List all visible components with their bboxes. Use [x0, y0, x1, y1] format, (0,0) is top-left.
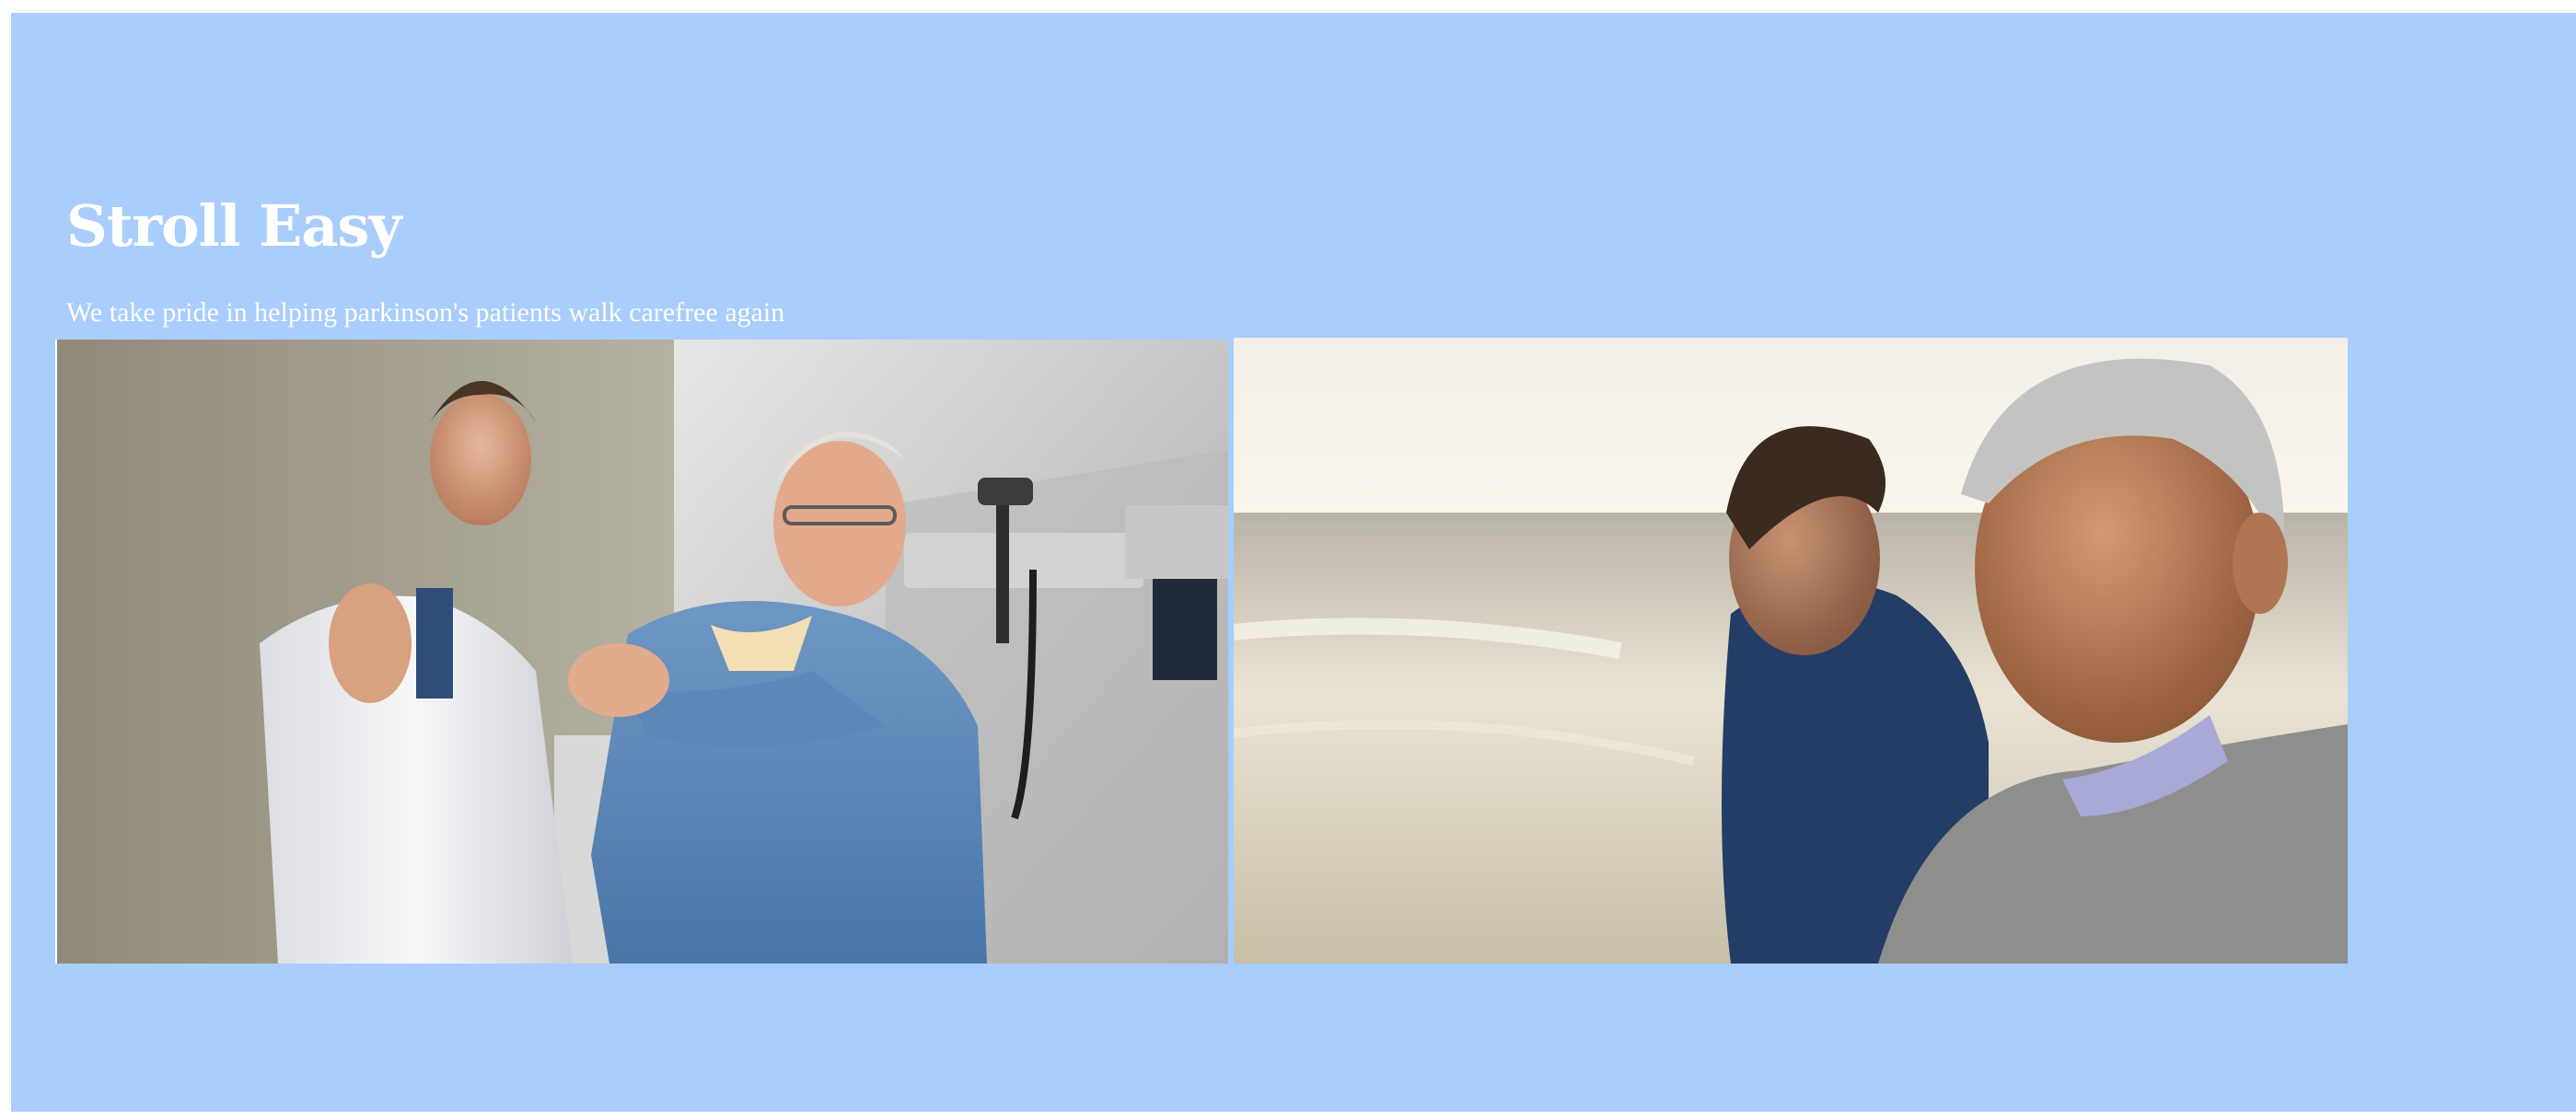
hero-subtitle: We take pride in helping parkinson's pat… — [66, 297, 785, 328]
doctor-examining-patient-photo — [55, 340, 1228, 964]
father-and-son-on-beach-photo — [1234, 338, 2348, 964]
hero-title: Stroll Easy — [66, 192, 401, 260]
